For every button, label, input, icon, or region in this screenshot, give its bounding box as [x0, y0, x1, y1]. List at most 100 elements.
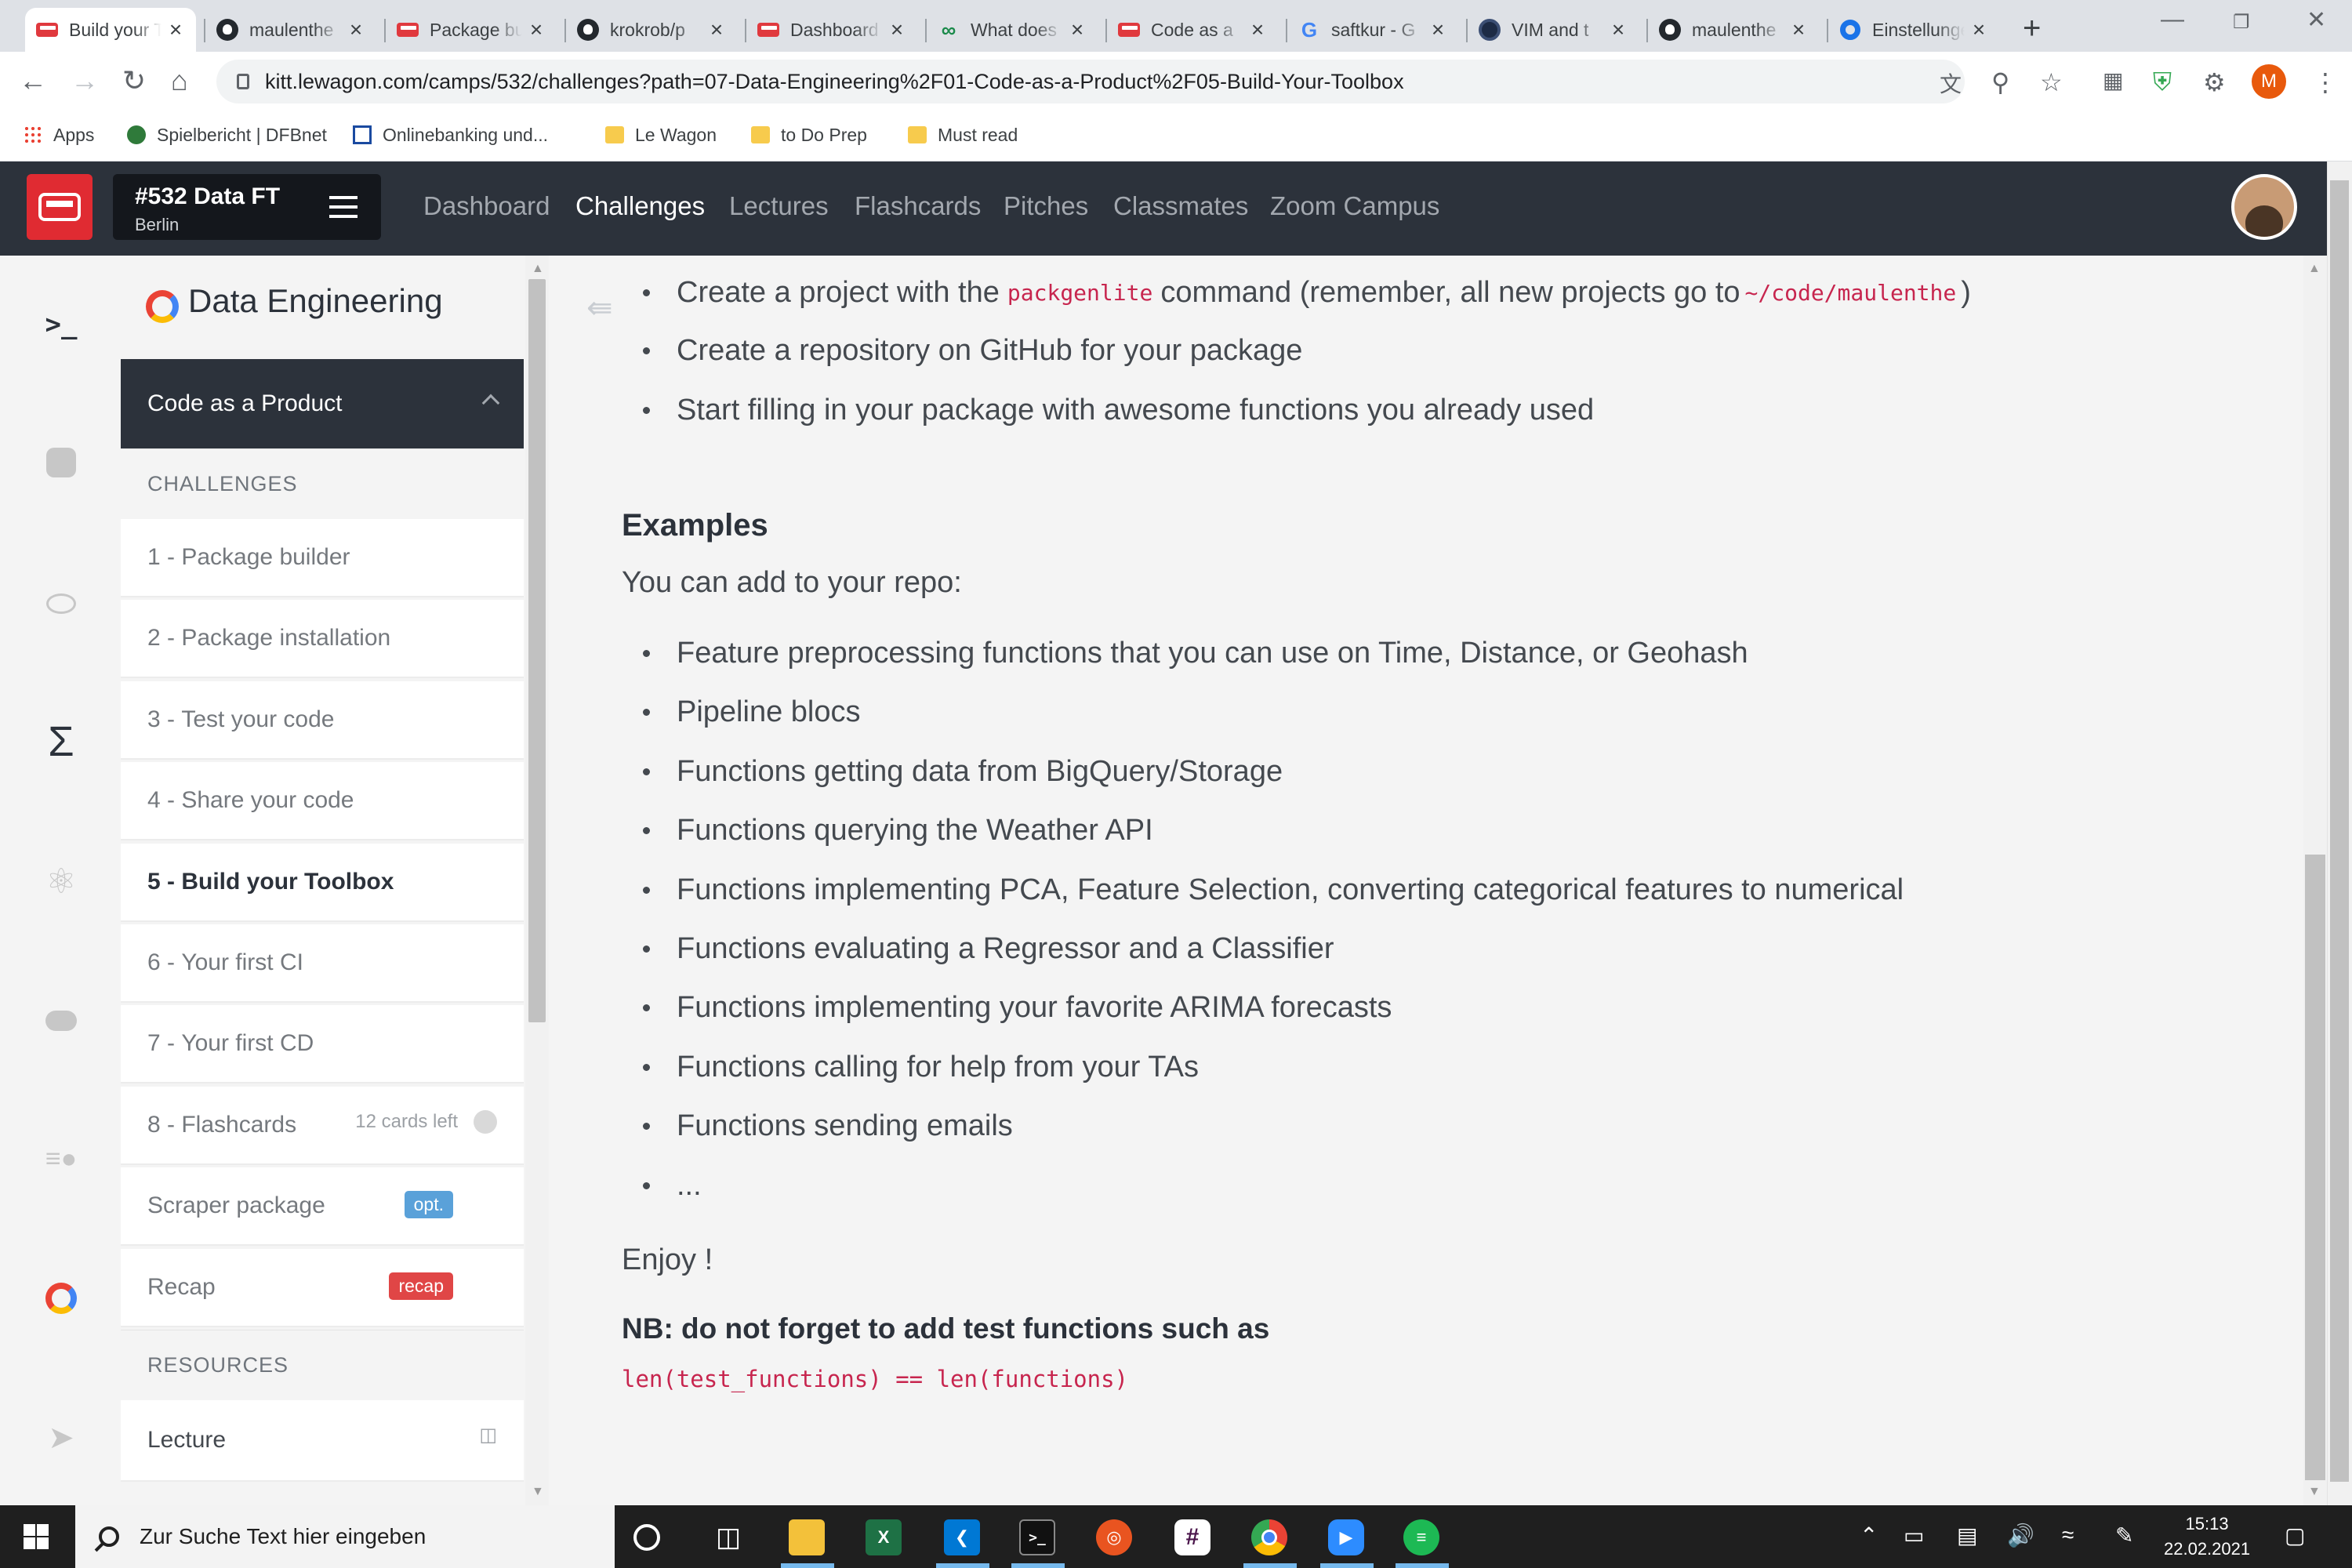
profile-avatar[interactable]: M [2252, 64, 2286, 99]
restore-button[interactable]: ❐ [2233, 11, 2250, 34]
browser-tab[interactable]: ∞ What does × [927, 8, 1098, 52]
address-bar[interactable]: kitt.lewagon.com/camps/532/challenges?pa… [216, 60, 1965, 103]
bookmark-item[interactable]: Apps [24, 119, 94, 151]
spotify-icon[interactable]: ≡ [1403, 1519, 1439, 1555]
batch-switcher[interactable]: #532 Data FT Berlin [113, 174, 381, 240]
nav-flashcards[interactable]: Flashcards [855, 191, 981, 221]
browser-tab[interactable]: Dashboard × [746, 8, 917, 52]
challenge-item[interactable]: 5 - Build your Toolbox [121, 844, 524, 922]
challenge-item[interactable]: 4 - Share your code [121, 762, 524, 840]
vscode-icon[interactable]: ❮ [944, 1519, 980, 1555]
close-tab-icon[interactable]: × [707, 17, 726, 42]
bookmark-item[interactable]: to Do Prep [751, 119, 867, 151]
back-button[interactable]: ← [19, 64, 47, 97]
browser-tab[interactable]: Gsaftkur - G × [1287, 8, 1458, 52]
bookmark-item[interactable]: Le Wagon [605, 119, 717, 151]
minimize-button[interactable]: — [2161, 6, 2184, 33]
pen-icon[interactable]: ✎ [2115, 1523, 2133, 1548]
notifications-icon[interactable]: ▢ [2285, 1523, 2305, 1548]
challenge-item[interactable]: 3 - Test your code [121, 681, 524, 760]
terminal-icon[interactable]: >_ [39, 303, 83, 347]
battery-icon[interactable]: ▭ [1904, 1523, 1924, 1548]
wifi-icon[interactable]: ≈ [2062, 1523, 2074, 1548]
page-scrollbar-thumb[interactable] [2330, 180, 2349, 1482]
reload-button[interactable]: ↻ [122, 64, 146, 97]
python-icon[interactable] [39, 441, 83, 485]
close-tab-icon[interactable]: × [1789, 17, 1808, 42]
browser-tab[interactable]: maulenthe × [205, 8, 376, 52]
atom-icon[interactable]: ⚛ [39, 859, 83, 903]
scroll-up-arrow[interactable]: ▲ [532, 262, 544, 276]
close-tab-icon[interactable]: × [887, 17, 906, 42]
browser-tab[interactable]: Package builder× [386, 8, 557, 52]
nav-classmates[interactable]: Classmates [1113, 191, 1248, 221]
slack-icon[interactable]: # [1174, 1519, 1210, 1555]
home-button[interactable]: ⌂ [171, 64, 188, 97]
browser-tab[interactable]: Build your Toolbox× [25, 8, 196, 52]
browser-tab[interactable]: Code as a × [1107, 8, 1278, 52]
cortana-icon[interactable] [633, 1524, 660, 1551]
bookmark-item[interactable]: Must read [908, 119, 1018, 151]
browser-tab[interactable]: VIM and t × [1468, 8, 1639, 52]
scroll-down-arrow[interactable]: ▼ [532, 1485, 544, 1499]
close-tab-icon[interactable]: × [1248, 17, 1267, 42]
challenge-item[interactable]: 8 - Flashcards 12 cards left [121, 1087, 524, 1165]
challenge-item[interactable]: 1 - Package builder [121, 519, 524, 597]
close-tab-icon[interactable]: × [1068, 17, 1087, 42]
browser-tab[interactable]: Einstellungen× [1828, 8, 1999, 52]
zoom-icon[interactable]: ⚲ [1991, 67, 2009, 97]
shield-icon[interactable]: ⛨ [2153, 67, 2172, 97]
close-window-button[interactable]: ✕ [2307, 6, 2326, 34]
forward-button[interactable]: → [71, 64, 99, 97]
challenge-item[interactable]: 6 - Your first CI [121, 924, 524, 1003]
challenge-item[interactable]: 7 - Your first CD [121, 1005, 524, 1083]
taskbar-search[interactable]: Zur Suche Text hier eingeben [75, 1505, 615, 1568]
challenge-item[interactable]: Scraper package opt. [121, 1167, 524, 1246]
challenge-item[interactable]: 2 - Package installation [121, 600, 524, 678]
extension-icon[interactable]: ▦ [2103, 67, 2123, 93]
bookmark-star-icon[interactable]: ☆ [2040, 67, 2063, 97]
nav-dashboard[interactable]: Dashboard [423, 191, 550, 221]
content-scrollbar-thumb[interactable] [2305, 855, 2325, 1480]
volume-icon[interactable]: 🔊 [2007, 1523, 2034, 1548]
task-view-icon[interactable]: ◫ [710, 1519, 746, 1555]
sigma-icon[interactable]: Σ [39, 718, 83, 765]
windows-start-icon[interactable] [24, 1524, 49, 1549]
brain-icon[interactable]: ≡● [39, 1137, 83, 1181]
lewagon-logo[interactable] [27, 174, 93, 240]
scroll-up-arrow[interactable]: ▲ [2308, 262, 2321, 276]
nav-lectures[interactable]: Lectures [729, 191, 829, 221]
cloud-icon[interactable] [39, 999, 83, 1043]
scroll-down-arrow[interactable]: ▼ [2308, 1485, 2321, 1499]
close-tab-icon[interactable]: × [347, 17, 365, 42]
nav-challenges[interactable]: Challenges [575, 191, 705, 221]
collapse-sidebar-icon[interactable]: ⇚ [586, 290, 613, 326]
chrome-icon[interactable] [1251, 1519, 1287, 1555]
terminal-app-icon[interactable]: >_ [1019, 1519, 1055, 1555]
file-explorer-icon[interactable] [789, 1519, 825, 1555]
zoom-app-icon[interactable]: ▶ [1328, 1519, 1364, 1555]
nav-pitches[interactable]: Pitches [1004, 191, 1088, 221]
challenge-item[interactable]: Recap recap [121, 1249, 524, 1327]
hamburger-icon[interactable] [329, 196, 358, 218]
close-tab-icon[interactable]: × [527, 17, 546, 42]
jupyter-icon[interactable] [39, 582, 83, 626]
ubuntu-icon[interactable]: ◎ [1096, 1519, 1132, 1555]
translate-icon[interactable]: 文 [1940, 67, 1962, 99]
new-tab-button[interactable]: + [2023, 11, 2041, 46]
gcp-icon[interactable] [39, 1276, 83, 1320]
browser-tab[interactable]: krokrob/p × [566, 8, 737, 52]
browser-tab[interactable]: maulenthe × [1648, 8, 1819, 52]
close-tab-icon[interactable]: × [166, 17, 185, 42]
extensions-puzzle-icon[interactable]: ⚙ [2203, 67, 2226, 97]
tray-expand-icon[interactable]: ⌃ [1860, 1523, 1878, 1548]
excel-icon[interactable]: X [866, 1519, 902, 1555]
rocket-icon[interactable]: ➤ [39, 1416, 83, 1460]
display-icon[interactable]: ▤ [1957, 1523, 1977, 1548]
sidebar-scrollbar-thumb[interactable] [528, 279, 546, 1022]
menu-icon[interactable]: ⋮ [2313, 67, 2338, 97]
close-tab-icon[interactable]: × [1428, 17, 1447, 42]
system-clock[interactable]: 15:13 22.02.2021 [2164, 1512, 2250, 1562]
bookmark-item[interactable]: Spielbericht | DFBnet [127, 119, 327, 151]
bookmark-item[interactable]: Onlinebanking und... [353, 119, 548, 151]
